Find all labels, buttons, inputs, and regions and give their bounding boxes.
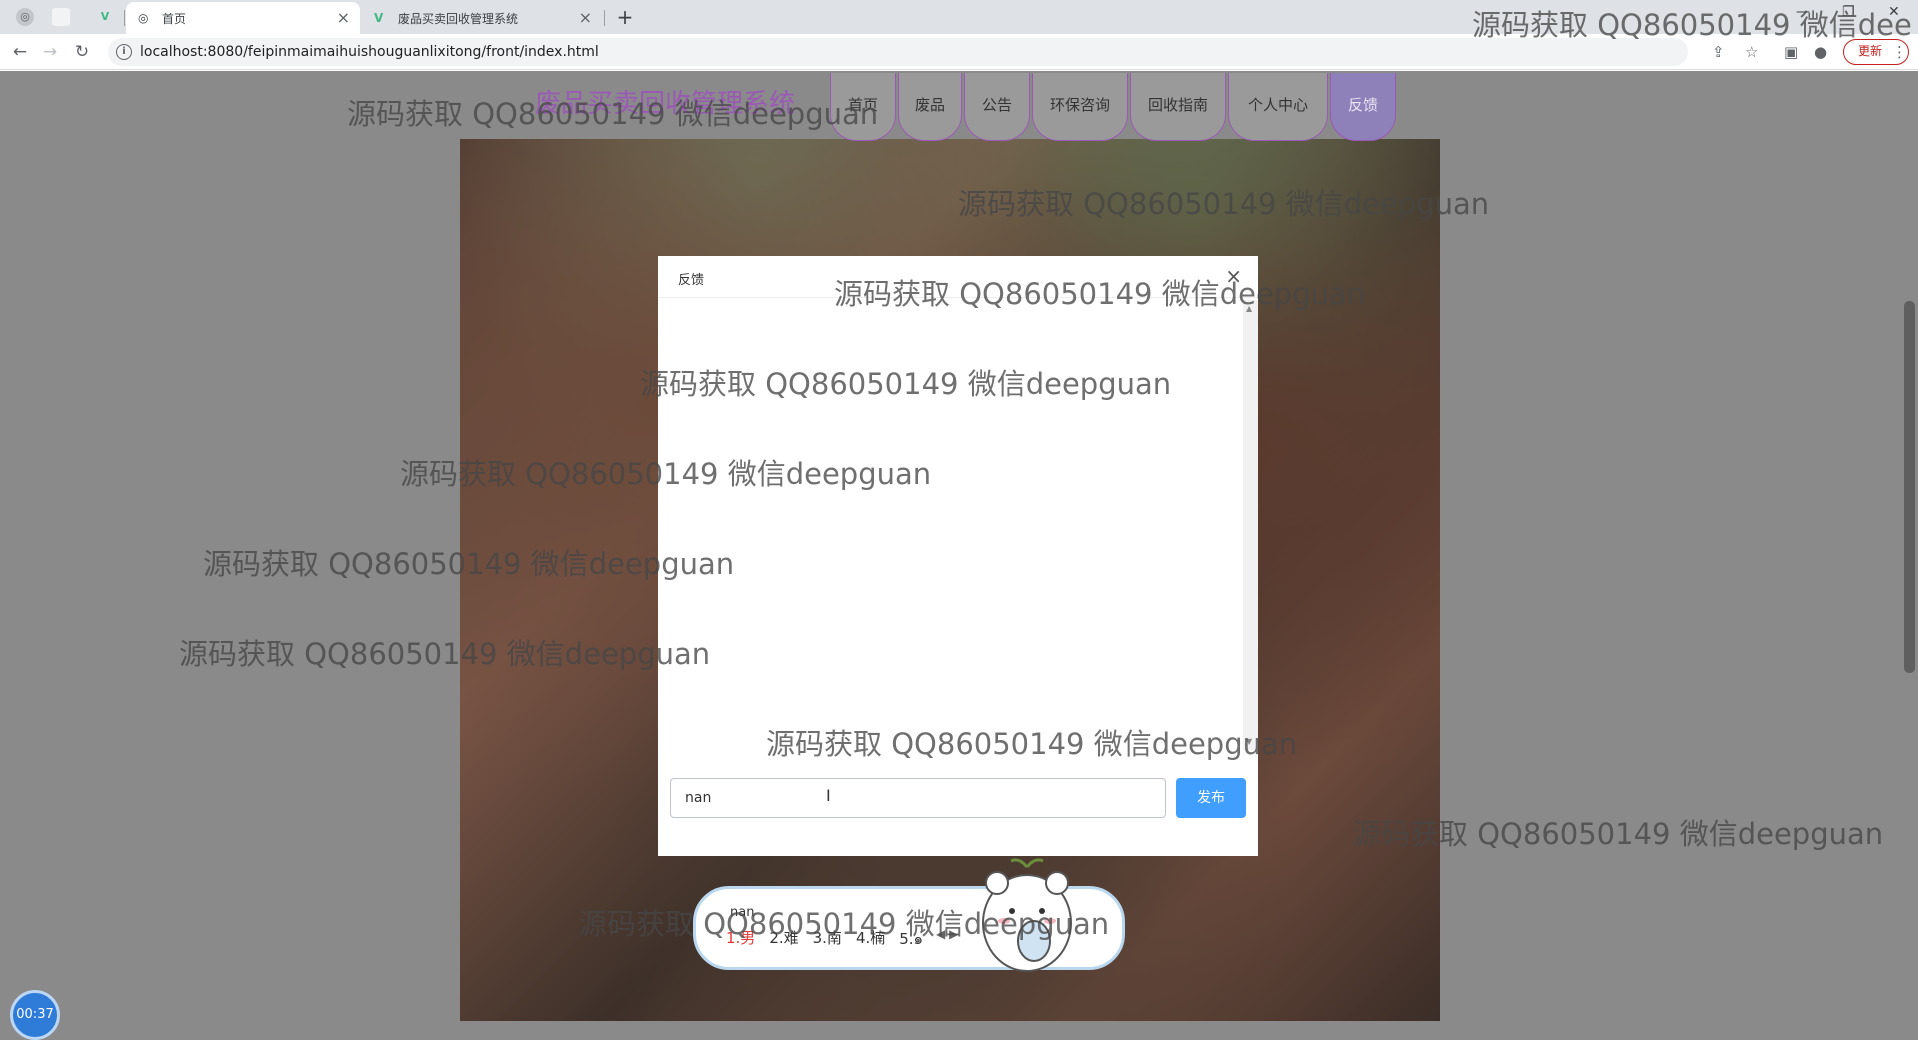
- bookmark-star-icon[interactable]: ☆: [1745, 43, 1758, 61]
- tab-close-icon[interactable]: ×: [579, 8, 592, 27]
- scroll-up-icon[interactable]: ▲: [1246, 304, 1252, 313]
- ime-candidate-window: nan 1.男 2.难 3.南 4.楠 5.๑ ◀ ▶: [693, 858, 1125, 972]
- page-scrollbar-thumb[interactable]: [1904, 301, 1915, 673]
- dialog-title: 反馈: [678, 273, 705, 288]
- tab-home-title: 首页: [162, 11, 187, 26]
- vue-logo-icon: V: [374, 11, 384, 25]
- nav-profile[interactable]: 个人中心: [1228, 73, 1328, 141]
- window-close-icon[interactable]: ✕: [1888, 4, 1900, 20]
- text-cursor-icon: I: [826, 786, 831, 805]
- tab-close-icon[interactable]: ×: [337, 8, 350, 27]
- browser-tab-bar: ◎ V ◎ 首页 × V 废品买卖回收管理系统 × + — ❐ ✕: [0, 0, 1918, 34]
- feedback-input[interactable]: nan: [670, 778, 1166, 818]
- ime-candidate[interactable]: 3.南: [813, 927, 842, 951]
- tab-separator: [124, 10, 125, 26]
- ime-prev-icon[interactable]: ◀: [936, 927, 945, 941]
- pinned-tab-blank-icon[interactable]: [52, 8, 70, 26]
- profile-avatar-icon[interactable]: ●: [1814, 43, 1827, 61]
- ime-candidate[interactable]: 5.๑: [899, 927, 923, 951]
- dialog-header: 反馈 ×: [658, 256, 1258, 298]
- ime-composition: nan: [730, 905, 755, 920]
- browser-toolbar: ← → ↻ i localhost:8080/feipinmaimaihuish…: [0, 34, 1918, 70]
- scroll-down-icon[interactable]: ▼: [1246, 737, 1252, 746]
- tab-home[interactable]: ◎ 首页 ×: [126, 2, 360, 34]
- restore-icon[interactable]: ❐: [1842, 4, 1855, 20]
- page-scrollbar[interactable]: [1901, 71, 1918, 1040]
- nav-feedback[interactable]: 反馈: [1330, 73, 1396, 141]
- reload-icon[interactable]: ↻: [70, 41, 94, 63]
- minimize-icon[interactable]: —: [1796, 4, 1810, 20]
- vue-tab-icon[interactable]: V: [96, 8, 114, 26]
- nav-eco-consult[interactable]: 环保咨询: [1032, 73, 1128, 141]
- nav-home[interactable]: 首页: [830, 73, 896, 141]
- ime-next-icon[interactable]: ▶: [949, 927, 958, 941]
- site-title: 废品买卖回收管理系统: [535, 89, 796, 119]
- back-icon[interactable]: ←: [8, 41, 32, 63]
- tab-system[interactable]: V 废品买卖回收管理系统 ×: [362, 2, 602, 34]
- pinned-tab-icon[interactable]: ◎: [16, 8, 34, 26]
- recording-timer-badge[interactable]: 00:37: [10, 990, 60, 1040]
- publish-button[interactable]: 发布: [1176, 778, 1246, 818]
- bear-mascot-icon: [982, 858, 1072, 972]
- page-overlay: 废品买卖回收管理系统 首页 废品 公告 环保咨询 回收指南 个人中心 反馈 反馈…: [0, 71, 1918, 1040]
- tab-separator: [604, 10, 605, 26]
- url-text: localhost:8080/feipinmaimaihuishouguanli…: [140, 44, 599, 60]
- feedback-message-list[interactable]: [658, 299, 1248, 749]
- nav-recycle-guide[interactable]: 回收指南: [1130, 73, 1226, 141]
- share-icon[interactable]: ⇪: [1712, 43, 1725, 61]
- dialog-close-icon[interactable]: ×: [1225, 264, 1242, 288]
- tab-system-title: 废品买卖回收管理系统: [398, 11, 519, 26]
- new-tab-button[interactable]: +: [612, 4, 638, 30]
- sidebar-icon[interactable]: ▣: [1784, 43, 1798, 61]
- ime-page-arrows: ◀ ▶: [936, 927, 958, 941]
- ime-candidate[interactable]: 2.难: [769, 927, 798, 951]
- ime-candidate-list: 1.男 2.难 3.南 4.楠 5.๑: [726, 927, 923, 951]
- site-info-icon[interactable]: i: [116, 44, 132, 60]
- dialog-scrollbar[interactable]: ▲ ▼: [1243, 300, 1258, 750]
- feedback-dialog: 反馈 × ▲ ▼ nan I 发布: [658, 256, 1258, 856]
- more-menu-icon[interactable]: ⋮: [1892, 43, 1907, 61]
- nav-waste[interactable]: 废品: [898, 73, 962, 141]
- nav-notice[interactable]: 公告: [964, 73, 1030, 141]
- address-bar[interactable]: i localhost:8080/feipinmaimaihuishouguan…: [108, 38, 1688, 66]
- ime-candidate[interactable]: 1.男: [726, 927, 755, 951]
- globe-icon: ◎: [138, 11, 149, 25]
- forward-icon[interactable]: →: [38, 41, 62, 63]
- ime-candidate[interactable]: 4.楠: [856, 927, 885, 951]
